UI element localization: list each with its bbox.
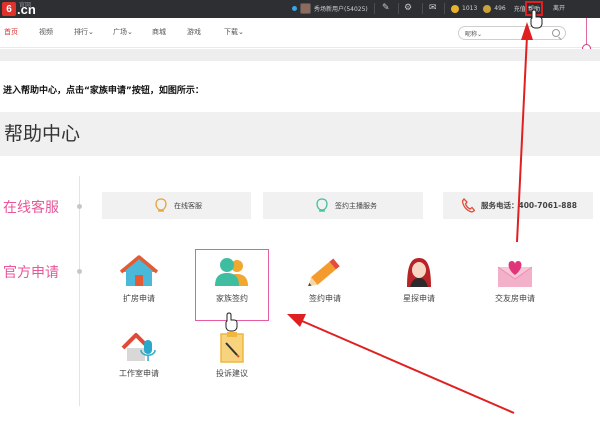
page-title: 帮助中心 <box>4 123 81 145</box>
help-button-label: 帮助 <box>527 6 540 13</box>
app-label: 家族签约 <box>216 294 248 303</box>
nav-item-video[interactable]: 视频 <box>39 27 53 37</box>
heart-envelope-icon <box>497 261 533 287</box>
recharge-link[interactable]: 充值 <box>514 4 526 13</box>
section-label-official: 官方申请 <box>3 265 59 281</box>
top-bar: 6 .cn 官网 秀场新用户(54025) ✎ ⚙ ✉ 1013 496 充值 … <box>0 0 600 18</box>
headset-icon <box>155 198 167 212</box>
search-box[interactable]: 昵称⌄ <box>458 26 566 40</box>
help-center-header <box>0 112 600 156</box>
app-family-sign[interactable]: 家族签约 <box>194 255 270 304</box>
nav-item-game[interactable]: 游戏 <box>187 27 201 37</box>
section-label-online: 在线客服 <box>3 200 59 216</box>
chevron-down-icon: ⌄ <box>238 28 244 36</box>
wallet: 1013 496 充值 <box>451 4 526 13</box>
bean-icon <box>483 4 492 13</box>
instruction-text: 进入帮助中心，点击“家族申请”按钮，如图所示： <box>3 86 204 96</box>
family-users-icon <box>215 258 248 286</box>
nav-item-download[interactable]: 下载⌄ <box>224 27 244 37</box>
timeline-dot <box>77 269 82 274</box>
avatar[interactable] <box>300 3 311 14</box>
signing-service-button[interactable]: 签约主播服务 <box>263 192 423 219</box>
app-label: 投诉建议 <box>216 369 248 378</box>
search-type-select[interactable]: 昵称⌄ <box>465 29 482 38</box>
chevron-down-icon: ⌄ <box>88 28 94 36</box>
site-logo[interactable]: 6 .cn 官网 <box>2 0 36 18</box>
nav-item-plaza-label: 广场 <box>113 28 127 36</box>
banner-strip <box>0 49 600 61</box>
gear-icon[interactable]: ⚙ <box>404 3 412 14</box>
help-button[interactable]: 帮助 <box>525 1 543 16</box>
pencil-icon <box>308 258 340 287</box>
coin-balance: 1013 <box>462 5 478 12</box>
nav-item-download-label: 下载 <box>224 28 238 36</box>
online-service-button[interactable]: 在线客服 <box>102 192 251 219</box>
nav-item-plaza[interactable]: 广场⌄ <box>113 27 133 37</box>
signing-service-label: 签约主播服务 <box>335 201 377 210</box>
divider <box>398 3 399 14</box>
app-label: 星探申请 <box>403 294 435 303</box>
timeline-line <box>79 176 80 406</box>
chevron-down-icon: ⌄ <box>127 28 133 36</box>
online-service-label: 在线客服 <box>174 201 202 210</box>
headset-icon <box>316 198 328 212</box>
nav-item-rank[interactable]: 排行⌄ <box>74 27 94 37</box>
phone-icon <box>461 198 475 213</box>
app-scout-apply[interactable]: 星探申请 <box>381 255 457 304</box>
divider <box>374 3 375 14</box>
edit-icon[interactable]: ✎ <box>382 3 390 14</box>
page: 6 .cn 官网 秀场新用户(54025) ✎ ⚙ ✉ 1013 496 充值 … <box>0 0 600 423</box>
service-phone-text: 服务电话：400-7061-888 <box>481 201 577 210</box>
studio-mic-icon <box>121 333 156 361</box>
username[interactable]: 秀场新用户(54025) <box>314 4 368 13</box>
logo-subtext: 官网 <box>19 2 32 9</box>
search-type-label: 昵称 <box>465 31 478 38</box>
app-studio-apply[interactable]: 工作室申请 <box>101 330 177 379</box>
app-dating-room[interactable]: 交友房申请 <box>477 255 553 304</box>
clipboard-icon <box>220 332 244 363</box>
house-icon <box>119 255 159 286</box>
search-icon[interactable] <box>552 29 560 37</box>
logo-mark-icon: 6 <box>2 2 16 16</box>
nav-item-mall[interactable]: 商城 <box>152 27 166 37</box>
woman-avatar-icon <box>407 258 431 287</box>
app-complaint[interactable]: 投诉建议 <box>194 330 270 379</box>
service-phone: 服务电话：400-7061-888 <box>443 192 593 219</box>
coin-icon <box>451 4 459 13</box>
status-dot-icon <box>292 6 297 11</box>
mail-icon[interactable]: ✉ <box>429 3 437 14</box>
app-label: 交友房申请 <box>495 294 535 303</box>
user-info[interactable]: 秀场新用户(54025) <box>292 3 368 14</box>
divider <box>444 3 445 14</box>
app-label: 工作室申请 <box>119 369 159 378</box>
arrow-to-family-sign-icon <box>287 314 515 414</box>
timeline-dot <box>77 204 82 209</box>
nav-item-rank-label: 排行 <box>74 28 88 36</box>
divider <box>422 3 423 14</box>
app-label: 扩房申请 <box>123 294 155 303</box>
app-expand-room[interactable]: 扩房申请 <box>101 255 177 304</box>
app-label: 签约申请 <box>309 294 341 303</box>
app-sign-apply[interactable]: 签约申请 <box>287 255 363 304</box>
bean-balance: 496 <box>494 5 506 12</box>
main-nav: 首页 视频 排行⌄ 广场⌄ 商城 游戏 下载⌄ 昵称⌄ <box>0 18 600 48</box>
exit-link[interactable]: 离开 <box>553 3 565 12</box>
nav-item-home[interactable]: 首页 <box>4 27 18 37</box>
